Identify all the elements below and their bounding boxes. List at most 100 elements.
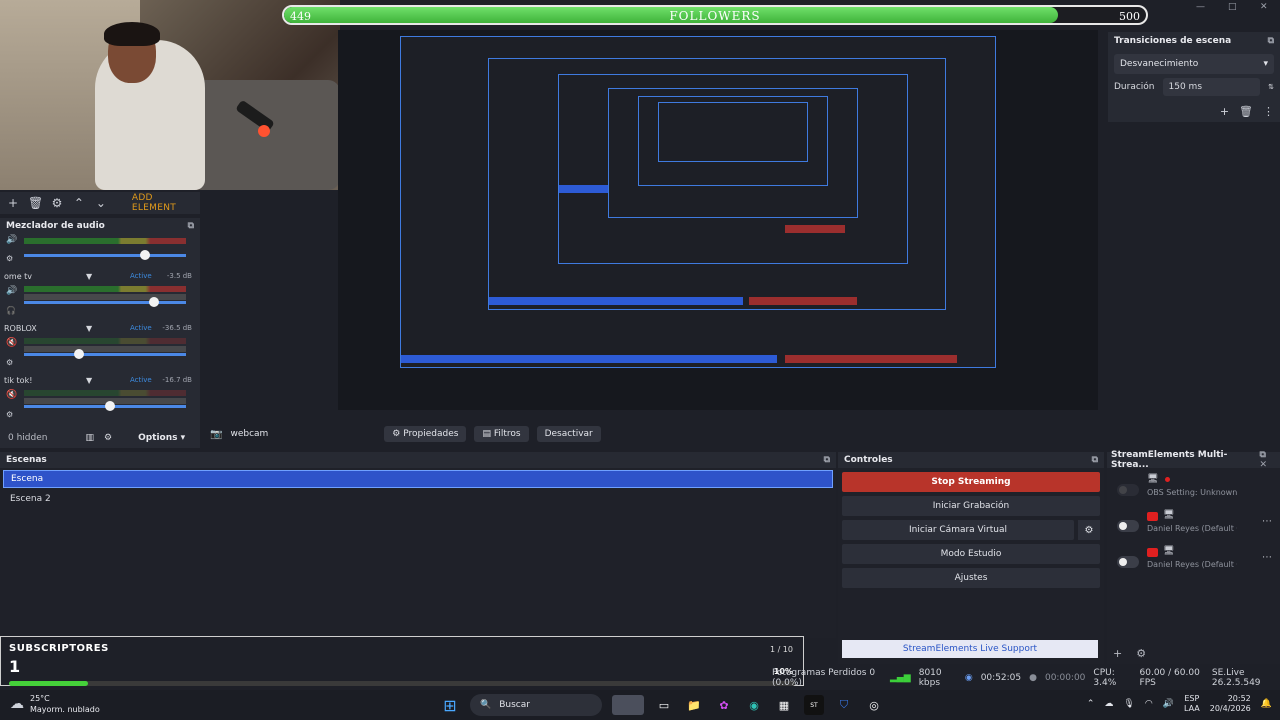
- source-toolbar: 📷 webcam ⚙ Propiedades ▤ Filtros Desacti…: [200, 422, 1110, 446]
- close-icon[interactable]: ✕: [1260, 2, 1268, 12]
- copilot-icon[interactable]: ✿: [714, 695, 734, 715]
- scene-item[interactable]: Escena 2: [3, 490, 833, 508]
- speaker-icon[interactable]: 🔊: [6, 286, 17, 296]
- chevron-down-icon[interactable]: ▼: [86, 376, 92, 385]
- studio-mode-button[interactable]: Modo Estudio: [842, 544, 1100, 564]
- volume-slider[interactable]: [24, 254, 186, 257]
- monitor-icon: 🖥: [1163, 546, 1175, 556]
- chevron-up-icon[interactable]: ⌃: [1087, 699, 1095, 709]
- stream-preview[interactable]: [338, 30, 1098, 410]
- dock-icon[interactable]: ⧉: [824, 455, 830, 465]
- channel-status: Active: [130, 324, 152, 332]
- duration-input[interactable]: 150 ms: [1162, 78, 1261, 96]
- trash-icon[interactable]: 🗑: [28, 196, 43, 210]
- output-toggle[interactable]: [1117, 520, 1139, 532]
- more-icon[interactable]: ⋯: [1262, 516, 1272, 527]
- scene-item[interactable]: Escena: [3, 470, 833, 488]
- language-code: ESP: [1184, 694, 1200, 703]
- dock-icon[interactable]: ⧉: [1268, 36, 1274, 46]
- chevron-down-icon[interactable]: ▼: [86, 272, 92, 281]
- add-icon[interactable]: +: [1220, 105, 1229, 118]
- volume-icon[interactable]: 🔊: [1163, 699, 1174, 709]
- transitions-title: Transiciones de escena: [1114, 36, 1232, 46]
- onedrive-icon[interactable]: ☁: [1104, 699, 1113, 709]
- live-support-button[interactable]: StreamElements Live Support: [842, 640, 1098, 658]
- weather-widget[interactable]: ☁ 25°C Mayorm. nublado: [10, 693, 100, 715]
- dock-icon[interactable]: ⧉: [188, 221, 194, 231]
- channel-db: -3.5 dB: [166, 272, 192, 280]
- mixer-footer: 0 hidden ▥ ⚙ Options ▾: [0, 428, 200, 448]
- obs-studio-icon[interactable]: ST: [804, 695, 824, 715]
- stop-streaming-button[interactable]: Stop Streaming: [842, 472, 1100, 492]
- volume-knob[interactable]: [140, 250, 150, 260]
- options-button[interactable]: Options ▾: [138, 433, 185, 443]
- filters-button[interactable]: ▤ Filtros: [474, 426, 529, 442]
- system-tray: ⌃ ☁ 🎙 ◠ 🔊 ESP LAA 20:52 20/4/2026 🔔: [1087, 694, 1272, 714]
- chevron-up-icon[interactable]: ⌃: [72, 196, 86, 210]
- start-recording-button[interactable]: Iniciar Grabación: [842, 496, 1100, 516]
- volume-knob[interactable]: [105, 401, 116, 411]
- add-icon[interactable]: +: [1113, 647, 1122, 660]
- clock[interactable]: 20:52 20/4/2026: [1210, 694, 1251, 714]
- se-row-text: OBS Setting: Unknown: [1147, 488, 1237, 497]
- gear-icon[interactable]: ⚙: [6, 410, 13, 419]
- columns-icon[interactable]: ▥: [85, 433, 94, 443]
- bitrate: 8010 kbps: [918, 668, 942, 688]
- volume-meter: [24, 346, 186, 352]
- folder-icon[interactable]: 📁: [684, 695, 704, 715]
- notifications-icon[interactable]: 🔔: [1261, 699, 1272, 709]
- wifi-icon[interactable]: ◠: [1145, 699, 1153, 709]
- gear-icon[interactable]: ⚙: [1136, 647, 1146, 660]
- volume-knob[interactable]: [73, 349, 84, 359]
- store-icon[interactable]: ▦: [774, 695, 794, 715]
- properties-button[interactable]: ⚙ Propiedades: [384, 426, 467, 442]
- stepper-icon[interactable]: ⇅: [1268, 83, 1274, 91]
- minimize-icon[interactable]: —: [1196, 2, 1205, 12]
- volume-meter: [24, 286, 186, 292]
- headphones-icon[interactable]: 🎧: [6, 306, 16, 315]
- output-toggle[interactable]: [1117, 556, 1139, 568]
- deactivate-button[interactable]: Desactivar: [536, 426, 601, 442]
- desktop-icon[interactable]: ▭: [654, 695, 674, 715]
- volume-knob[interactable]: [148, 297, 159, 307]
- gear-icon[interactable]: ⚙: [6, 254, 13, 263]
- filters-label: Filtros: [493, 429, 521, 439]
- transition-select[interactable]: Desvanecimiento ▾: [1114, 54, 1274, 74]
- add-icon[interactable]: +: [6, 196, 20, 210]
- speaker-icon[interactable]: 🔊: [6, 235, 17, 245]
- trash-icon[interactable]: 🗑: [1239, 105, 1253, 118]
- taskbar-search[interactable]: 🔍 Buscar: [470, 694, 602, 716]
- settings-button[interactable]: Ajustes: [842, 568, 1100, 588]
- edge-icon[interactable]: ◉: [744, 695, 764, 715]
- gear-icon[interactable]: ⚙: [1078, 520, 1100, 540]
- clock-date: 20/4/2026: [1209, 704, 1251, 713]
- subscribers-progress-fill: [9, 681, 88, 686]
- microphone-icon[interactable]: 🎙: [1123, 699, 1134, 709]
- task-view-icon[interactable]: [612, 695, 644, 715]
- gear-icon[interactable]: ⚙: [6, 358, 13, 367]
- chevron-down-icon[interactable]: ▼: [86, 324, 92, 333]
- more-icon[interactable]: ⋮: [1263, 105, 1274, 118]
- channel-name: ROBLOX: [4, 324, 37, 333]
- channel-status: Active: [130, 376, 152, 384]
- start-virtual-camera-button[interactable]: Iniciar Cámara Virtual ⚙: [842, 520, 1100, 540]
- muted-speaker-icon[interactable]: 🔇: [6, 338, 17, 348]
- more-icon[interactable]: ⋯: [1262, 552, 1272, 563]
- shield-icon[interactable]: ⛉: [834, 695, 854, 715]
- dock-icon[interactable]: ⧉ ✕: [1260, 450, 1277, 470]
- dock-icon[interactable]: ⧉: [1092, 455, 1098, 465]
- volume-slider[interactable]: [24, 353, 186, 356]
- obs-icon[interactable]: ◎: [864, 695, 884, 715]
- chevron-down-icon[interactable]: ⌄: [94, 196, 108, 210]
- volume-meter: [24, 338, 186, 344]
- scenes-panel: Escenas ⧉ Escena Escena 2: [0, 452, 836, 638]
- gear-icon[interactable]: ⚙: [50, 196, 64, 210]
- volume-slider[interactable]: [24, 301, 186, 304]
- language-indicator[interactable]: ESP LAA: [1184, 694, 1200, 714]
- gear-icon[interactable]: ⚙: [104, 433, 112, 443]
- add-element-button[interactable]: ADD ELEMENT: [132, 193, 200, 213]
- muted-speaker-icon[interactable]: 🔇: [6, 390, 17, 400]
- maximize-icon[interactable]: □: [1228, 2, 1237, 12]
- windows-start-icon[interactable]: ⊞: [440, 695, 460, 715]
- output-toggle[interactable]: [1117, 484, 1139, 496]
